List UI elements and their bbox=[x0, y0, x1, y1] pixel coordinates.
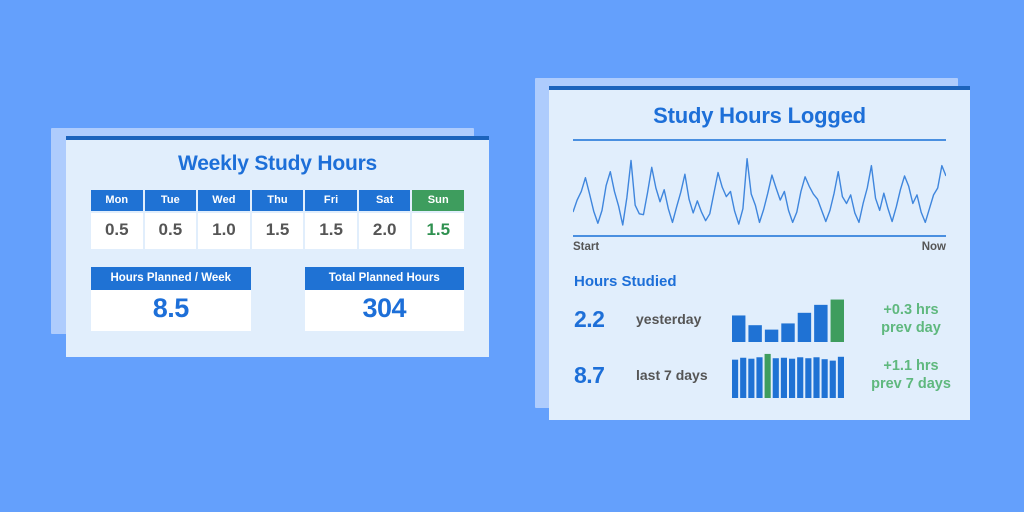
table-column-mon[interactable]: Mon 0.5 bbox=[91, 190, 143, 249]
kpi-total-planned-hours[interactable]: Total Planned Hours 304 bbox=[304, 267, 464, 331]
day-value-sun: 1.5 bbox=[412, 213, 465, 249]
day-value-wed: 1.0 bbox=[198, 213, 250, 249]
table-column-sun[interactable]: Sun 1.5 bbox=[412, 190, 465, 249]
sparkline-axis-labels: Start Now bbox=[573, 241, 946, 253]
day-header-mon: Mon bbox=[91, 190, 143, 211]
table-column-sat[interactable]: Sat 2.0 bbox=[358, 190, 411, 249]
stat-value-last-7-days: 8.7 bbox=[574, 361, 605, 388]
last-7-days-minibars-chart bbox=[732, 352, 852, 398]
hours-studied-stats: 2.2 yesterday +0.3 hrs prev day 8.7 last… bbox=[574, 296, 970, 398]
stat-label-last-7-days: last 7 days bbox=[636, 367, 708, 383]
kpi-hours-planned-per-week[interactable]: Hours Planned / Week 8.5 bbox=[91, 267, 251, 331]
day-value-sat: 2.0 bbox=[358, 213, 411, 249]
study-hours-logged-card: Study Hours Logged Start Now Hours Studi… bbox=[549, 86, 970, 420]
delta-period-yesterday: prev day bbox=[881, 320, 941, 336]
delta-value-last-7-days: +1.1 hrs bbox=[883, 357, 939, 374]
hours-studied-label: Hours Studied bbox=[574, 273, 677, 290]
axis-label-now: Now bbox=[921, 241, 946, 253]
day-value-mon: 0.5 bbox=[91, 213, 143, 249]
kpi-row: Hours Planned / Week 8.5 Total Planned H… bbox=[91, 267, 464, 331]
last-7-days-minibars-svg bbox=[732, 353, 844, 398]
day-header-sat: Sat bbox=[358, 190, 411, 211]
stat-value-yesterday: 2.2 bbox=[574, 305, 605, 332]
yesterday-minibars-chart bbox=[732, 296, 852, 342]
table-column-fri[interactable]: Fri 1.5 bbox=[305, 190, 357, 249]
day-value-fri: 1.5 bbox=[305, 213, 357, 249]
weekly-hours-table: Mon 0.5 Tue 0.5 Wed 1.0 Thu 1.5 Fri 1.5 … bbox=[91, 190, 465, 249]
sparkline-path bbox=[573, 141, 946, 235]
table-column-thu[interactable]: Thu 1.5 bbox=[251, 190, 304, 249]
day-header-sun: Sun bbox=[412, 190, 465, 211]
kpi-value-hours-planned-per-week: 8.5 bbox=[91, 290, 251, 331]
axis-label-start: Start bbox=[573, 241, 600, 253]
day-header-fri: Fri bbox=[305, 190, 357, 211]
delta-period-last-7-days: prev 7 days bbox=[871, 376, 951, 392]
day-header-tue: Tue bbox=[144, 190, 197, 211]
day-value-tue: 0.5 bbox=[144, 213, 197, 249]
stat-label-yesterday: yesterday bbox=[636, 311, 702, 327]
kpi-value-total-planned-hours: 304 bbox=[304, 290, 464, 331]
sparkline-bottom-rule bbox=[573, 235, 946, 237]
kpi-label-total-planned-hours: Total Planned Hours bbox=[304, 267, 464, 290]
day-header-thu: Thu bbox=[251, 190, 304, 211]
day-header-wed: Wed bbox=[198, 190, 250, 211]
left-card-title: Weekly Study Hours bbox=[177, 152, 378, 175]
stat-delta-yesterday: +0.3 hrs prev day bbox=[852, 301, 970, 337]
dashboard-canvas: Weekly Study Hours Mon 0.5 Tue 0.5 Wed 1… bbox=[0, 0, 1024, 512]
study-hours-sparkline-chart: Start Now bbox=[573, 139, 946, 253]
table-column-wed[interactable]: Wed 1.0 bbox=[198, 190, 250, 249]
stat-delta-last-7-days: +1.1 hrs prev 7 days bbox=[852, 357, 970, 393]
weekly-study-hours-card: Weekly Study Hours Mon 0.5 Tue 0.5 Wed 1… bbox=[66, 136, 489, 357]
day-value-thu: 1.5 bbox=[251, 213, 304, 249]
table-column-tue[interactable]: Tue 0.5 bbox=[144, 190, 197, 249]
kpi-label-hours-planned-per-week: Hours Planned / Week bbox=[91, 267, 251, 290]
right-card-title: Study Hours Logged bbox=[653, 103, 866, 128]
yesterday-minibars-svg bbox=[732, 299, 844, 342]
delta-value-yesterday: +0.3 hrs bbox=[883, 301, 939, 318]
